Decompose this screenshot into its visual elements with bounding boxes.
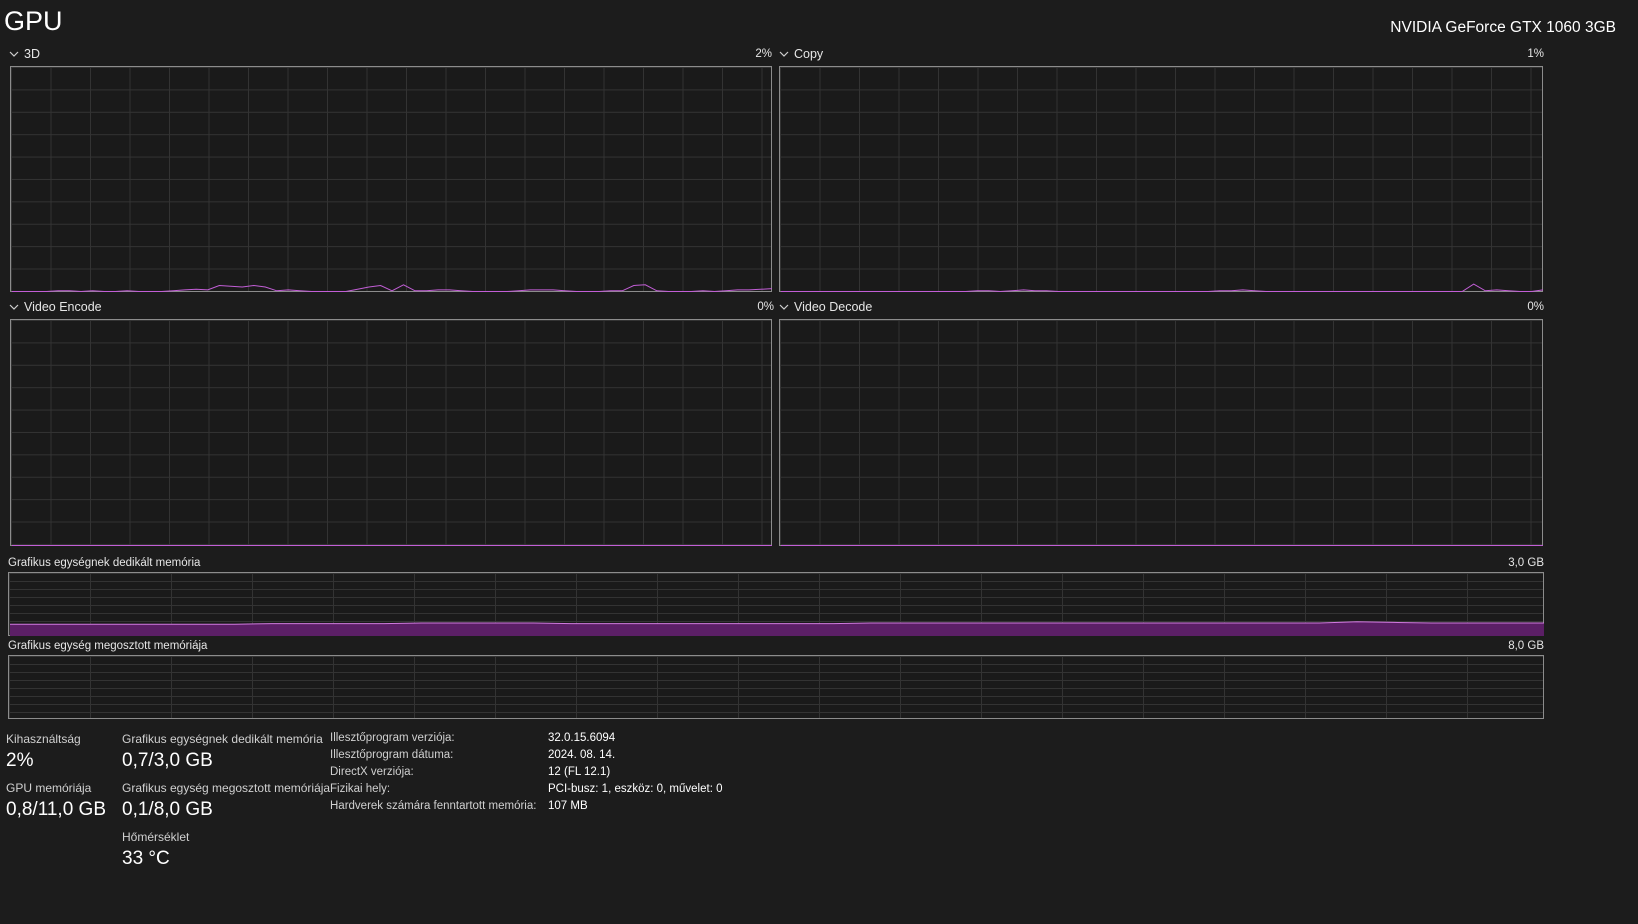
engine-percent: 1% <box>1527 48 1544 60</box>
memory-area-chart <box>10 621 1544 636</box>
physical-location-value: PCI-busz: 1, eszköz: 0, művelet: 0 <box>548 783 723 795</box>
usage-line-chart <box>781 283 1544 293</box>
engine-selector-video-encode[interactable]: Video Encode <box>9 300 102 314</box>
shared-memory-value: 0,1/8,0 GB <box>122 799 213 820</box>
engine-label: Video Encode <box>24 300 102 314</box>
gpu-model-name: NVIDIA GeForce GTX 1060 3GB <box>1390 19 1616 36</box>
chevron-down-icon <box>779 304 789 310</box>
gpu-memory-label: GPU memóriája <box>6 781 92 795</box>
shared-memory-graph-label: Grafikus egység megosztott memóriája <box>8 640 208 652</box>
chevron-down-icon <box>779 51 789 57</box>
utilization-label: Kihasználtság <box>6 732 81 746</box>
engine-label: 3D <box>24 47 40 61</box>
engine-percent: 2% <box>755 48 772 60</box>
temperature-label: Hőmérséklet <box>122 830 190 844</box>
driver-version-label: Illesztőprogram verziója: <box>330 732 455 744</box>
usage-series-line <box>12 284 773 293</box>
dedicated-memory-label: Grafikus egységnek dedikált memória <box>122 732 323 746</box>
dedicated-memory-value: 0,7/3,0 GB <box>122 750 213 771</box>
engine-percent: 0% <box>1527 301 1544 313</box>
shared-memory-max: 8,0 GB <box>1508 640 1544 652</box>
usage-series-line <box>781 283 1544 293</box>
engine-selector-video-decode[interactable]: Video Decode <box>779 300 872 314</box>
engine-percent: 0% <box>757 301 774 313</box>
engine-label: Video Decode <box>794 300 873 314</box>
chevron-down-icon <box>9 304 19 310</box>
hardware-reserved-memory-value: 107 MB <box>548 800 588 812</box>
dedicated-memory-graph-label: Grafikus egységnek dedikált memória <box>8 557 201 569</box>
page-title: GPU <box>4 6 63 36</box>
usage-line-chart <box>12 284 773 293</box>
engine-selector-copy[interactable]: Copy <box>779 47 823 61</box>
utilization-value: 2% <box>6 750 34 771</box>
shared-memory-graph <box>8 655 1544 719</box>
memory-area-chart <box>9 656 1545 720</box>
engine-label: Copy <box>794 47 824 61</box>
engine-graph-copy <box>779 66 1544 293</box>
usage-line-chart <box>781 545 1543 546</box>
hardware-reserved-memory-label: Hardverek számára fenntartott memória: <box>330 800 537 812</box>
directx-version-label: DirectX verziója: <box>330 766 414 778</box>
engine-selector-3d[interactable]: 3D <box>9 47 40 61</box>
shared-memory-label: Grafikus egység megosztott memóriája <box>122 781 331 795</box>
dedicated-memory-max: 3,0 GB <box>1508 557 1544 569</box>
engine-graph-video-encode <box>10 319 772 546</box>
directx-version-value: 12 (FL 12.1) <box>548 766 611 778</box>
temperature-value: 33 °C <box>122 848 170 869</box>
driver-date-value: 2024. 08. 14. <box>548 749 616 761</box>
dedicated-memory-graph <box>8 572 1544 636</box>
chevron-down-icon <box>9 51 19 57</box>
physical-location-label: Fizikai hely: <box>330 783 391 795</box>
engine-graph-video-decode <box>779 319 1543 546</box>
engine-graph-3d <box>10 66 773 293</box>
driver-version-value: 32.0.15.6094 <box>548 732 616 744</box>
usage-line-chart <box>12 545 772 546</box>
driver-date-label: Illesztőprogram dátuma: <box>330 749 454 761</box>
gpu-memory-value: 0,8/11,0 GB <box>6 799 106 820</box>
